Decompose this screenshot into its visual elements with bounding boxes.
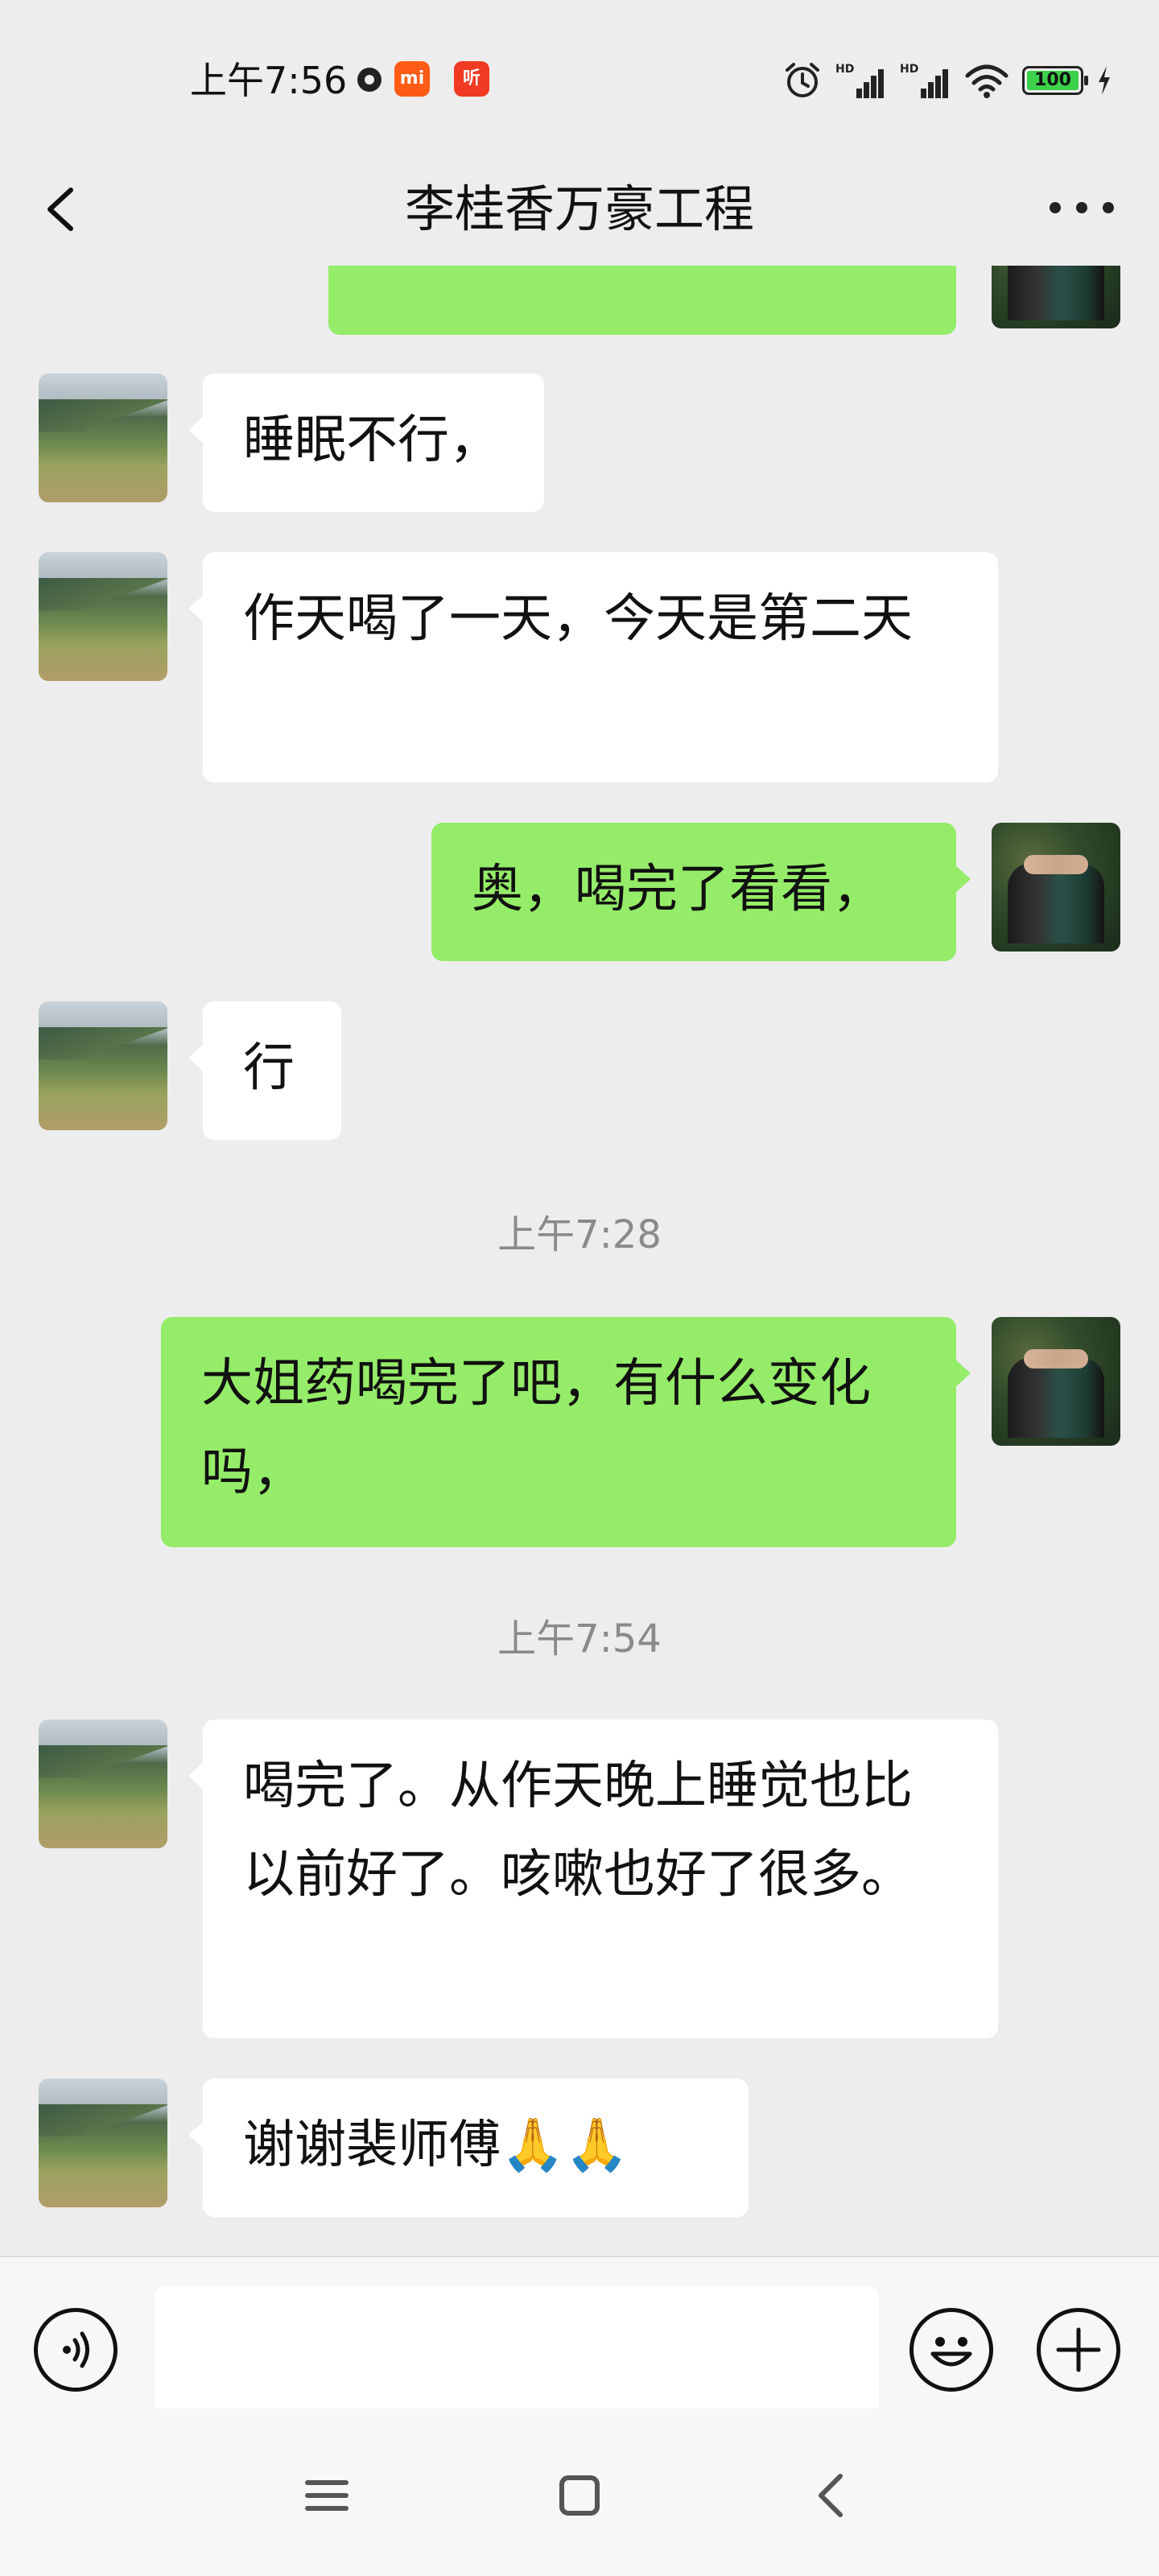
message-bubble-outgoing[interactable]: 奥，喝完了看看， xyxy=(431,823,971,961)
message-bubble-incoming[interactable]: 作天喝了一天，今天是第二天 xyxy=(188,552,998,782)
system-nav-bar xyxy=(0,2409,1159,2576)
status-icons: HD HD 100 xyxy=(782,56,1112,105)
input-bar xyxy=(0,2256,1159,2420)
my-avatar[interactable] xyxy=(992,266,1120,328)
message-bubble-incoming[interactable]: 谢谢裴师傅🙏🙏 xyxy=(188,2079,749,2217)
status-time: 上午7:56 xyxy=(190,59,348,102)
message-list[interactable]: 睡眠和大便有改变吗 睡眠不行， 作天喝了一天，今天是第二天 奥，喝完了看看， 行… xyxy=(0,266,1159,2256)
status-bar: 上午7:56 mi 听 HD HD 100 xyxy=(0,0,1159,153)
message-bubble-outgoing[interactable]: 睡眠和大便有改变吗 xyxy=(328,266,956,335)
voice-icon[interactable] xyxy=(34,2308,118,2392)
notification-dot-icon xyxy=(357,68,382,92)
contact-avatar[interactable] xyxy=(39,552,167,681)
contact-avatar[interactable] xyxy=(39,2079,167,2207)
timestamp: 上午7:28 xyxy=(497,1212,662,1257)
signal-icon: HD xyxy=(835,63,887,98)
home-square-icon[interactable] xyxy=(547,2463,612,2528)
listen-app-icon: 听 xyxy=(454,61,489,97)
my-avatar[interactable] xyxy=(992,1317,1120,1446)
plus-icon[interactable] xyxy=(1037,2308,1120,2392)
my-avatar[interactable] xyxy=(992,823,1120,952)
timestamp: 上午7:54 xyxy=(497,1616,662,1662)
back-chevron-icon[interactable] xyxy=(800,2463,864,2528)
mi-app-icon: mi xyxy=(394,61,430,97)
message-bubble-incoming[interactable]: 睡眠不行， xyxy=(188,374,544,512)
contact-avatar[interactable] xyxy=(39,1001,167,1130)
contact-avatar[interactable] xyxy=(39,1719,167,1848)
message-bubble-outgoing[interactable]: 大姐药喝完了吧，有什么变化吗， xyxy=(161,1317,971,1547)
contact-avatar[interactable] xyxy=(39,374,167,502)
signal-icon: HD xyxy=(900,63,951,98)
message-bubble-incoming[interactable]: 行 xyxy=(188,1001,341,1140)
emoji-icon[interactable] xyxy=(909,2308,993,2392)
menu-icon[interactable] xyxy=(295,2463,359,2528)
message-input[interactable] xyxy=(155,2286,879,2420)
battery-icon: 100 xyxy=(1022,66,1088,95)
more-dots-icon[interactable] xyxy=(1050,184,1114,232)
alarm-icon xyxy=(786,63,819,97)
charging-icon xyxy=(1099,66,1110,95)
chat-header: 李桂香万豪工程 xyxy=(0,153,1159,266)
message-bubble-incoming[interactable]: 喝完了。从作天晚上睡觉也比以前好了。咳嗽也好了很多。 xyxy=(188,1719,998,2038)
chat-title: 李桂香万豪工程 xyxy=(404,180,754,238)
wifi-icon xyxy=(965,64,1008,98)
